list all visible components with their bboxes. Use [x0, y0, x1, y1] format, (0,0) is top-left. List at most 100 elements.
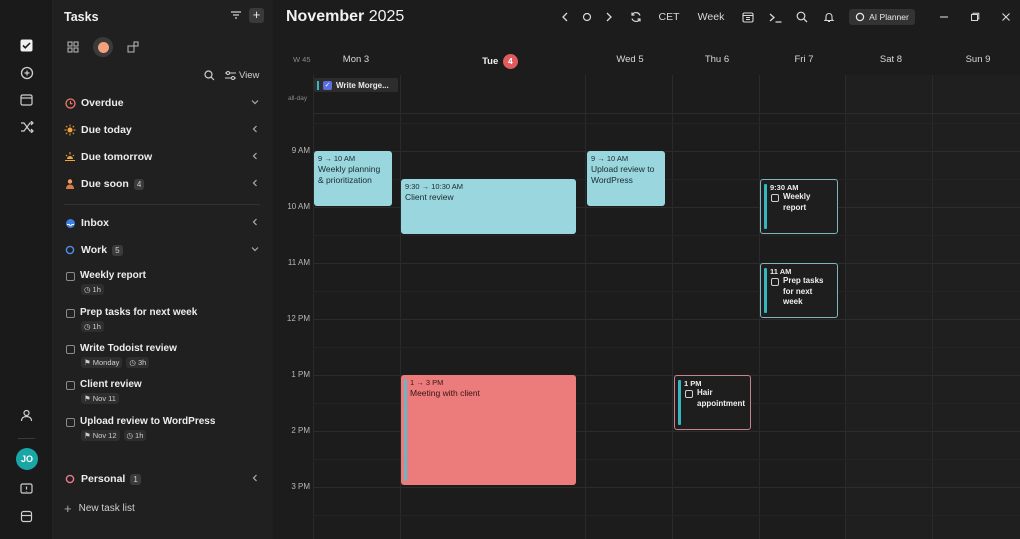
tasks-checkbox-icon[interactable] — [17, 36, 36, 55]
time-label: 2 PM — [291, 426, 310, 435]
team-icon[interactable] — [17, 406, 36, 425]
section-label: Inbox — [81, 217, 109, 229]
event-time: 9:30 → 10:30 AM — [405, 182, 463, 191]
minimize-icon[interactable] — [936, 8, 952, 26]
task-checkbox[interactable] — [66, 309, 75, 318]
add-widget-icon[interactable] — [123, 37, 143, 57]
event-time: 9 → 10 AM — [318, 154, 356, 163]
shuffle-icon[interactable] — [17, 117, 36, 136]
section-due-soon[interactable]: Due soon 4 — [64, 175, 260, 193]
new-task-list-button[interactable]: + New task list — [64, 501, 135, 516]
task-checkbox[interactable] — [771, 194, 779, 202]
task-checkbox[interactable] — [771, 278, 779, 286]
search-icon[interactable] — [793, 8, 811, 26]
restore-icon[interactable] — [967, 8, 983, 26]
ai-planner-button[interactable]: AI Planner — [849, 9, 915, 25]
section-work[interactable]: Work 5 — [64, 241, 260, 259]
checked-icon[interactable]: ✓ — [323, 80, 332, 90]
task-title: Weekly report — [80, 270, 146, 281]
task-checkbox[interactable] — [66, 345, 75, 354]
task-checkbox[interactable] — [66, 418, 75, 427]
color-filter-icon[interactable] — [93, 37, 113, 57]
day-header-tue[interactable]: Tue 4 — [457, 54, 543, 69]
section-due-today[interactable]: Due today — [64, 121, 260, 139]
circle-icon — [64, 244, 76, 256]
day-header-thu[interactable]: Thu 6 — [674, 54, 760, 65]
grid-line — [313, 263, 1020, 264]
scheduled-task[interactable]: 1 PM Hair appointment — [674, 375, 751, 430]
avatar[interactable]: JO — [16, 448, 38, 470]
calendar-icon[interactable] — [17, 90, 36, 109]
scheduled-task[interactable]: 11 AM Prep tasks for next week — [760, 263, 838, 318]
close-icon[interactable] — [998, 8, 1014, 26]
chevron-left-icon[interactable] — [250, 217, 260, 227]
grid-col — [585, 75, 586, 539]
filter-icon[interactable] — [230, 9, 244, 23]
grid-line — [313, 319, 1020, 320]
section-overdue[interactable]: Overdue — [64, 94, 260, 112]
calendar-event[interactable]: 9:30 → 10:30 AM Client review — [401, 179, 576, 234]
calendar-picker-icon[interactable] — [739, 8, 757, 26]
chevron-left-icon[interactable] — [557, 8, 573, 26]
circle-icon — [64, 473, 76, 485]
allday-event[interactable]: ✓ Write Morge... — [314, 78, 398, 92]
date-chip: ⚑ Nov 12 — [81, 430, 120, 441]
icon-rail: JO — [0, 0, 53, 539]
grid-line — [313, 515, 1020, 516]
event-time: 9 → 10 AM — [591, 154, 629, 163]
view-button[interactable]: View — [225, 70, 259, 81]
view-mode-button[interactable]: Week — [694, 8, 728, 26]
day-header-fri[interactable]: Fri 7 — [761, 54, 847, 65]
command-icon[interactable] — [766, 8, 784, 26]
grid-view-icon[interactable] — [63, 37, 83, 57]
allday-label: all-day — [288, 95, 308, 102]
clock-icon: ◷ — [84, 285, 91, 294]
flag-icon: ⚑ — [84, 394, 91, 403]
chevron-down-icon[interactable] — [250, 244, 260, 254]
feedback-icon[interactable] — [17, 480, 36, 499]
calendar-event[interactable]: 9 → 10 AM Upload review to WordPress — [587, 151, 665, 206]
event-color-bar — [404, 379, 407, 481]
sliders-icon — [225, 71, 236, 80]
section-label: Overdue — [81, 97, 124, 109]
count-badge: 1 — [130, 473, 141, 485]
grid-col — [932, 75, 933, 539]
section-inbox[interactable]: Inbox — [64, 214, 260, 232]
clock-icon: ◷ — [84, 322, 91, 331]
task-time: 1 PM — [684, 379, 702, 388]
calendar-event[interactable]: 9 → 10 AM Weekly planning & prioritizati… — [314, 151, 392, 206]
add-task-button[interactable]: + — [249, 8, 264, 23]
task-checkbox[interactable] — [685, 390, 693, 398]
count-badge: 5 — [112, 244, 123, 256]
day-header-sun[interactable]: Sun 9 — [935, 54, 1020, 65]
scheduled-task[interactable]: 9:30 AM Weekly report — [760, 179, 838, 234]
task-checkbox[interactable] — [66, 381, 75, 390]
today-circle-icon[interactable] — [579, 8, 595, 26]
archive-icon[interactable] — [17, 507, 36, 526]
search-icon[interactable] — [204, 70, 216, 82]
timezone-button[interactable]: CET — [656, 8, 682, 26]
chevron-left-icon[interactable] — [250, 151, 260, 161]
day-header-mon[interactable]: Mon 3 — [313, 54, 399, 65]
duration-chip: ◷ 1h — [81, 321, 104, 332]
person-icon — [64, 178, 76, 190]
chevron-right-icon[interactable] — [601, 8, 617, 26]
count-badge: 4 — [133, 178, 145, 190]
sync-icon[interactable] — [627, 8, 645, 26]
task-color-bar — [764, 268, 767, 313]
bell-icon[interactable] — [820, 8, 838, 26]
event-time: 1 → 3 PM — [410, 378, 444, 387]
section-personal[interactable]: Personal 1 — [64, 470, 260, 488]
habits-icon[interactable] — [17, 63, 36, 82]
allday-divider — [313, 113, 1020, 114]
day-header-wed[interactable]: Wed 5 — [587, 54, 673, 65]
task-checkbox[interactable] — [66, 272, 75, 281]
task-title: Prep tasks for next week — [80, 307, 198, 318]
chevron-left-icon[interactable] — [250, 473, 260, 483]
chevron-down-icon[interactable] — [250, 97, 260, 107]
chevron-left-icon[interactable] — [250, 124, 260, 134]
calendar-event[interactable]: 1 → 3 PM Meeting with client — [401, 375, 576, 485]
day-header-sat[interactable]: Sat 8 — [848, 54, 934, 65]
chevron-left-icon[interactable] — [250, 178, 260, 188]
section-due-tomorrow[interactable]: Due tomorrow — [64, 148, 260, 166]
